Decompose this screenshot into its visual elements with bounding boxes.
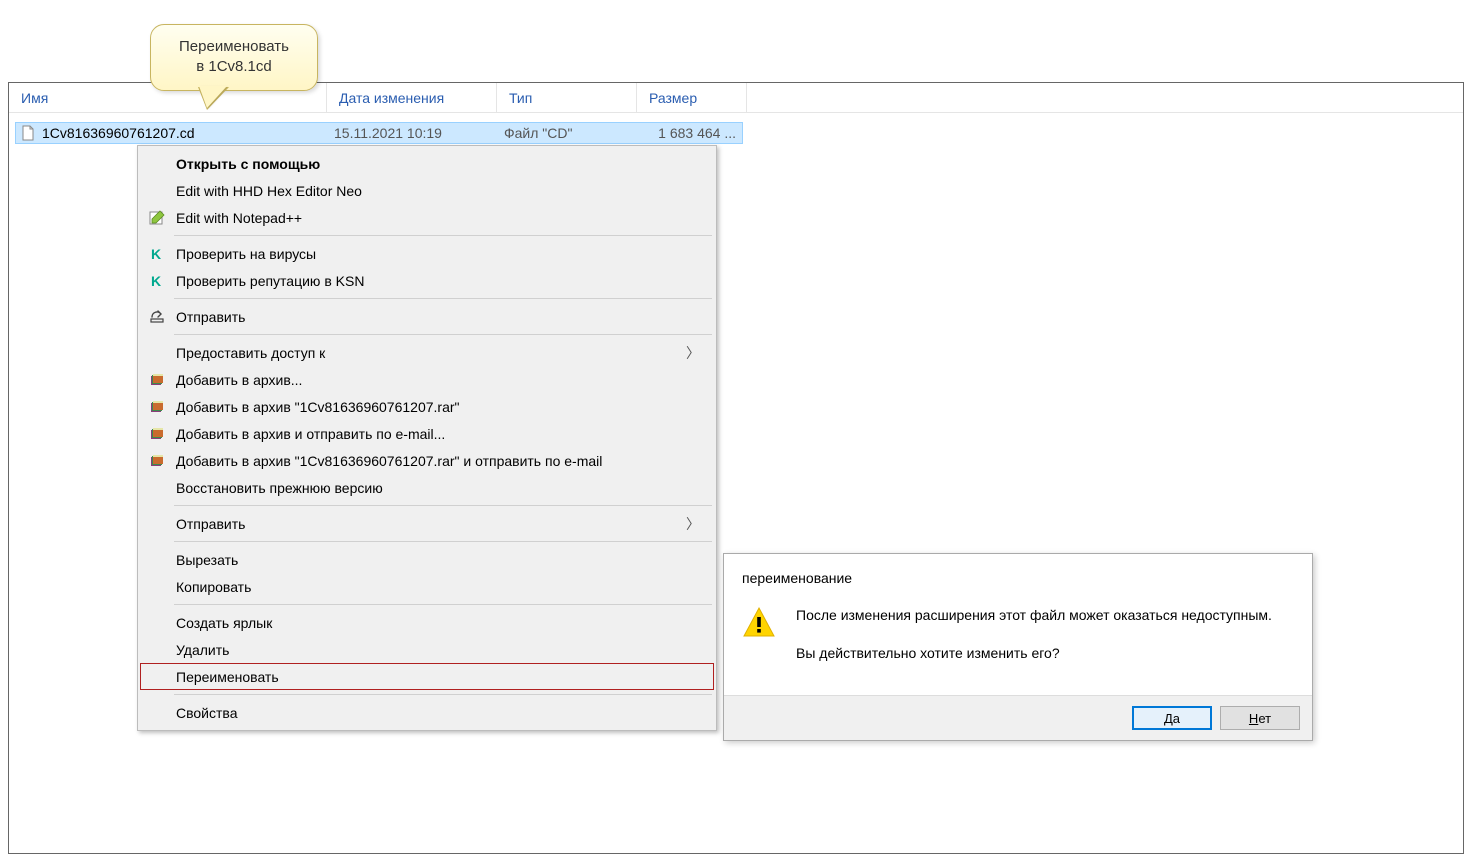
menu-label: Отправить [176,309,245,325]
column-header-type[interactable]: Тип [497,83,637,112]
menu-label: Свойства [176,705,237,721]
menu-separator [174,298,712,299]
menu-notepadpp[interactable]: Edit with Notepad++ [140,204,714,231]
menu-open-with[interactable]: Открыть с помощью [140,150,714,177]
menu-scan-virus[interactable]: K Проверить на вирусы [140,240,714,267]
menu-label: Создать ярлык [176,615,272,631]
winrar-icon [148,398,166,416]
share-icon [148,308,166,326]
svg-text:K: K [151,246,161,262]
file-date: 15.11.2021 10:19 [334,125,504,141]
menu-share[interactable]: Отправить [140,303,714,330]
file-row[interactable]: 1Cv81636960761207.cd 15.11.2021 10:19 Фа… [15,122,743,144]
menu-separator [174,604,712,605]
winrar-icon [148,425,166,443]
menu-add-archive-email[interactable]: Добавить в архив и отправить по e-mail..… [140,420,714,447]
menu-separator [174,235,712,236]
tooltip-line1: Переименовать [163,37,305,57]
file-name: 1Cv81636960761207.cd [42,125,334,141]
submenu-arrow-icon: 〉 [686,343,700,363]
menu-hex-editor[interactable]: Edit with HHD Hex Editor Neo [140,177,714,204]
menu-label: Добавить в архив и отправить по e-mail..… [176,426,445,442]
menu-label: Вырезать [176,552,238,568]
menu-restore-previous[interactable]: Восстановить прежнюю версию [140,474,714,501]
menu-check-ksn[interactable]: K Проверить репутацию в KSN [140,267,714,294]
menu-label: Добавить в архив... [176,372,302,388]
warning-icon [742,606,776,640]
menu-label: Отправить [176,516,245,532]
menu-label: Переименовать [176,669,279,685]
menu-separator [174,541,712,542]
menu-label: Edit with HHD Hex Editor Neo [176,183,362,199]
menu-add-archive[interactable]: Добавить в архив... [140,366,714,393]
menu-separator [174,505,712,506]
menu-rename[interactable]: Переименовать [140,663,714,690]
dialog-message-1: После изменения расширения этот файл мож… [796,606,1272,626]
menu-label: Проверить на вирусы [176,246,316,262]
rename-tooltip: Переименовать в 1Cv8.1cd [150,24,318,91]
menu-label: Добавить в архив "1Cv81636960761207.rar"… [176,453,602,469]
dialog-title: переименование [742,570,1294,586]
menu-separator [174,334,712,335]
menu-label: Добавить в архив "1Cv81636960761207.rar" [176,399,460,415]
dialog-buttons: Да Нет [724,695,1312,740]
dialog-message-2: Вы действительно хотите изменить его? [796,644,1272,664]
menu-cut[interactable]: Вырезать [140,546,714,573]
menu-add-archive-named[interactable]: Добавить в архив "1Cv81636960761207.rar" [140,393,714,420]
winrar-icon [148,452,166,470]
rename-confirm-dialog: переименование После изменения расширени… [723,553,1313,741]
file-size: 1 683 464 ... [644,125,740,141]
menu-label: Удалить [176,642,229,658]
menu-label: Проверить репутацию в KSN [176,273,364,289]
menu-properties[interactable]: Свойства [140,699,714,726]
menu-add-archive-named-email[interactable]: Добавить в архив "1Cv81636960761207.rar"… [140,447,714,474]
winrar-icon [148,371,166,389]
kaspersky-icon: K [148,245,166,263]
svg-text:K: K [151,273,161,289]
menu-label: Edit with Notepad++ [176,210,302,226]
menu-label: Восстановить прежнюю версию [176,480,383,496]
menu-delete[interactable]: Удалить [140,636,714,663]
file-type: Файл "CD" [504,125,644,141]
yes-button[interactable]: Да [1132,706,1212,730]
column-header-date[interactable]: Дата изменения [327,83,497,112]
column-header-size[interactable]: Размер [637,83,747,112]
tooltip-line2: в 1Cv8.1cd [163,57,305,77]
menu-label: Предоставить доступ к [176,345,325,361]
explorer-panel: Имя Дата изменения Тип Размер 1Cv8163696… [8,82,1464,854]
notepadpp-icon [148,209,166,227]
no-button[interactable]: Нет [1220,706,1300,730]
menu-separator [174,694,712,695]
context-menu: Открыть с помощью Edit with HHD Hex Edit… [137,145,717,731]
menu-grant-access[interactable]: Предоставить доступ к 〉 [140,339,714,366]
kaspersky-icon: K [148,272,166,290]
menu-label: Открыть с помощью [176,156,320,172]
file-icon [20,125,36,141]
menu-create-shortcut[interactable]: Создать ярлык [140,609,714,636]
menu-label: Копировать [176,579,251,595]
submenu-arrow-icon: 〉 [686,514,700,534]
menu-copy[interactable]: Копировать [140,573,714,600]
menu-send-to[interactable]: Отправить 〉 [140,510,714,537]
